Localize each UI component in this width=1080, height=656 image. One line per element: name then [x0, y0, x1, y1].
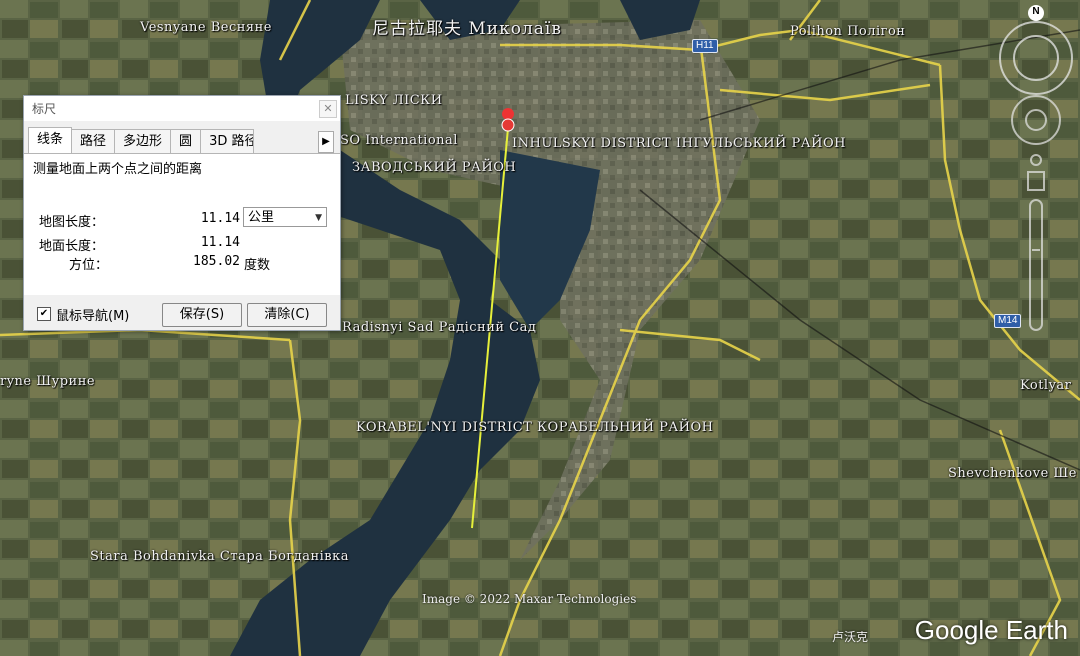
place-label-bottom: 卢沃克	[832, 630, 869, 644]
look-joystick-icon	[1011, 95, 1061, 145]
district-label-korabelnyi: KORABEL'NYI DISTRICT КОРАБЕЛЬНИЙ РАЙОН	[356, 420, 714, 435]
google-earth-logo: Google Earth	[914, 615, 1068, 645]
heading-unit: 度数	[244, 258, 271, 273]
place-label-radisnyi: Radisnyi Sad Радісний Сад	[342, 320, 537, 335]
place-label-polihon: Polihon Полігон	[790, 24, 906, 39]
road-shield-h11: H11	[692, 39, 718, 53]
zoom-slider-icon	[1029, 199, 1043, 331]
navigation-controls[interactable]	[990, 0, 1080, 350]
tab-circle[interactable]: 圆	[170, 129, 202, 153]
compass-north-letter: N	[1032, 6, 1040, 17]
place-label-stara-bohdanivka: Stara Bohdanivka Стара Богданівка	[90, 549, 349, 564]
save-button[interactable]: 保存(S)	[162, 303, 242, 327]
ground-length-value: 11.14	[200, 235, 240, 250]
unit-select[interactable]: 公里 ▼	[243, 207, 327, 227]
tab-path[interactable]: 路径	[71, 129, 116, 153]
city-label-mykolaiv: 尼古拉耶夫 Миколаїв	[372, 19, 562, 39]
district-label-lisky: LISKY ЛІСКИ	[345, 93, 443, 108]
place-label-kotlyar: Kotlyar	[1020, 378, 1072, 393]
ground-length-label: 地面长度：	[39, 239, 105, 254]
mouse-navigation-checkbox[interactable]: ✔	[37, 307, 51, 321]
close-icon[interactable]: ✕	[319, 100, 337, 118]
tab-3d-path[interactable]: 3D 路径	[200, 129, 255, 153]
imagery-attribution: Image © 2022 Maxar Technologies	[422, 592, 637, 606]
heading-value: 185.02	[193, 254, 240, 269]
dialog-button-bar: ✔ 鼠标导航(M) 保存(S) 清除(C)	[24, 299, 340, 329]
line-tab-panel: 测量地面上两个点之间的距离 地图长度： 11.14 公里 ▼ 地面长度： 11.…	[24, 153, 340, 295]
map-length-value: 11.14	[200, 211, 240, 226]
dialog-titlebar[interactable]: 标尺 ✕	[24, 96, 340, 121]
tab-polygon[interactable]: 多边形	[114, 129, 172, 153]
measurement-start-pin	[502, 107, 515, 120]
measure-description: 测量地面上两个点之间的距离	[33, 162, 203, 177]
place-label-shuryne: ryne Шурине	[0, 374, 96, 389]
pegman-icon	[1027, 154, 1045, 191]
compass-ring-icon	[999, 21, 1073, 95]
map-length-label: 地图长度：	[39, 215, 105, 230]
district-label-inhulskyi: INHULSKYI DISTRICT ІНГУЛЬСЬКИЙ РАЙОН	[512, 136, 846, 151]
tab-scroll-right-icon[interactable]: ▶	[318, 131, 334, 153]
place-label-vesnyane: Vesnyane Весняне	[140, 20, 272, 35]
place-label-shevchenkove: Shevchenkove Ше	[948, 466, 1077, 481]
clear-button[interactable]: 清除(C)	[247, 303, 327, 327]
dialog-title: 标尺	[32, 102, 57, 116]
tab-line[interactable]: 线条	[28, 127, 73, 153]
heading-label: 方位：	[69, 258, 109, 273]
chevron-down-icon: ▼	[315, 213, 322, 223]
place-label-international: SO International	[340, 133, 458, 148]
unit-selected-value: 公里	[248, 210, 275, 225]
mouse-navigation-label[interactable]: 鼠标导航(M)	[56, 305, 129, 324]
ruler-dialog: 标尺 ✕ 线条 路径 多边形 圆 3D 路径 ▶ 测量地面上两个点之间的距离 地…	[23, 95, 341, 331]
district-label-zavodskyi: ЗАВОДСЬКИЙ РАЙОН	[352, 160, 517, 175]
ruler-tabs: 线条 路径 多边形 圆 3D 路径	[28, 127, 255, 153]
